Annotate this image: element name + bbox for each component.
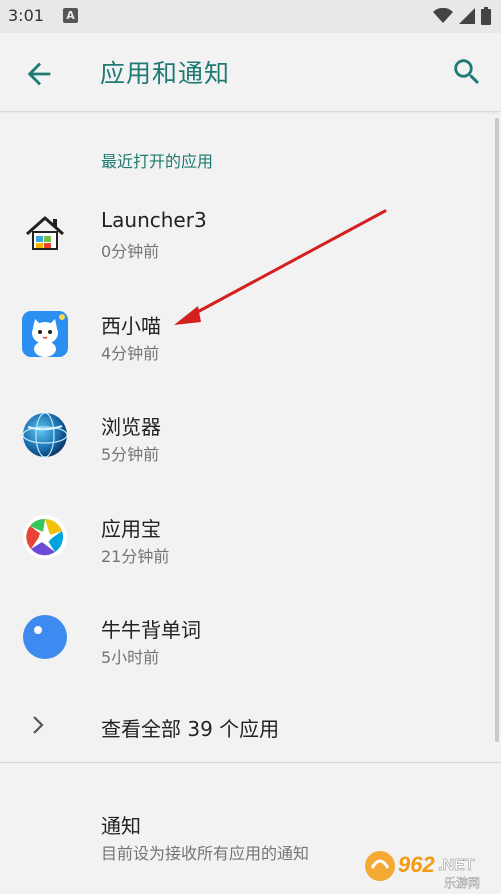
watermark-logo: 962 .NET 乐游网 [362, 846, 497, 890]
app-name: 浏览器 [101, 415, 161, 439]
see-all-apps-label: 查看全部 39 个应用 [101, 717, 280, 741]
recent-apps-header: 最近打开的应用 [101, 152, 214, 171]
chevron-right-icon [33, 716, 44, 734]
app-last-used: 4分钟前 [101, 344, 160, 363]
notifications-title: 通知 [101, 814, 141, 838]
browser-globe-icon [22, 412, 68, 458]
recent-app-item[interactable]: 牛牛背单词 5小时前 [0, 592, 501, 688]
notification-a-icon: A [63, 8, 78, 23]
cat-app-icon [22, 311, 68, 357]
section-divider [0, 762, 501, 763]
status-time: 3:01 [8, 6, 44, 25]
recent-app-item[interactable]: 浏览器 5分钟前 [0, 388, 501, 484]
status-icons [433, 7, 491, 25]
wifi-icon [433, 8, 453, 23]
app-last-used: 5小时前 [101, 648, 160, 667]
app-name: 应用宝 [101, 517, 161, 541]
page-title: 应用和通知 [100, 59, 231, 88]
back-button[interactable] [22, 57, 56, 91]
app-name: 西小喵 [101, 314, 161, 338]
app-last-used: 5分钟前 [101, 445, 160, 464]
scrollbar[interactable] [495, 118, 499, 742]
app-last-used: 21分钟前 [101, 547, 170, 566]
recent-app-item[interactable]: 西小喵 4分钟前 [0, 287, 501, 383]
app-last-used: 0分钟前 [101, 242, 160, 261]
watermark-suffix: .NET [438, 857, 475, 874]
notifications-summary: 目前设为接收所有应用的通知 [101, 844, 310, 863]
app-name: Launcher3 [101, 208, 207, 232]
arrow-back-icon [27, 62, 51, 86]
see-all-apps-button[interactable]: 查看全部 39 个应用 [0, 693, 501, 757]
watermark-brand: 962 [398, 852, 435, 877]
word-app-icon [23, 615, 67, 659]
app-store-icon [23, 515, 67, 559]
app-name: 牛牛背单词 [101, 618, 201, 642]
status-bar: 3:01 A [0, 0, 501, 33]
signal-icon [459, 8, 475, 24]
recent-app-item[interactable]: Launcher3 0分钟前 [0, 184, 501, 280]
site-logo-icon: 962 .NET 乐游网 [365, 851, 480, 890]
battery-icon [481, 7, 491, 25]
launcher-house-icon [26, 216, 64, 250]
watermark-tagline: 乐游网 [444, 876, 480, 890]
app-bar: 应用和通知 [0, 33, 501, 112]
search-icon [454, 59, 480, 85]
recent-app-item[interactable]: 应用宝 21分钟前 [0, 490, 501, 586]
search-button[interactable] [450, 55, 484, 89]
